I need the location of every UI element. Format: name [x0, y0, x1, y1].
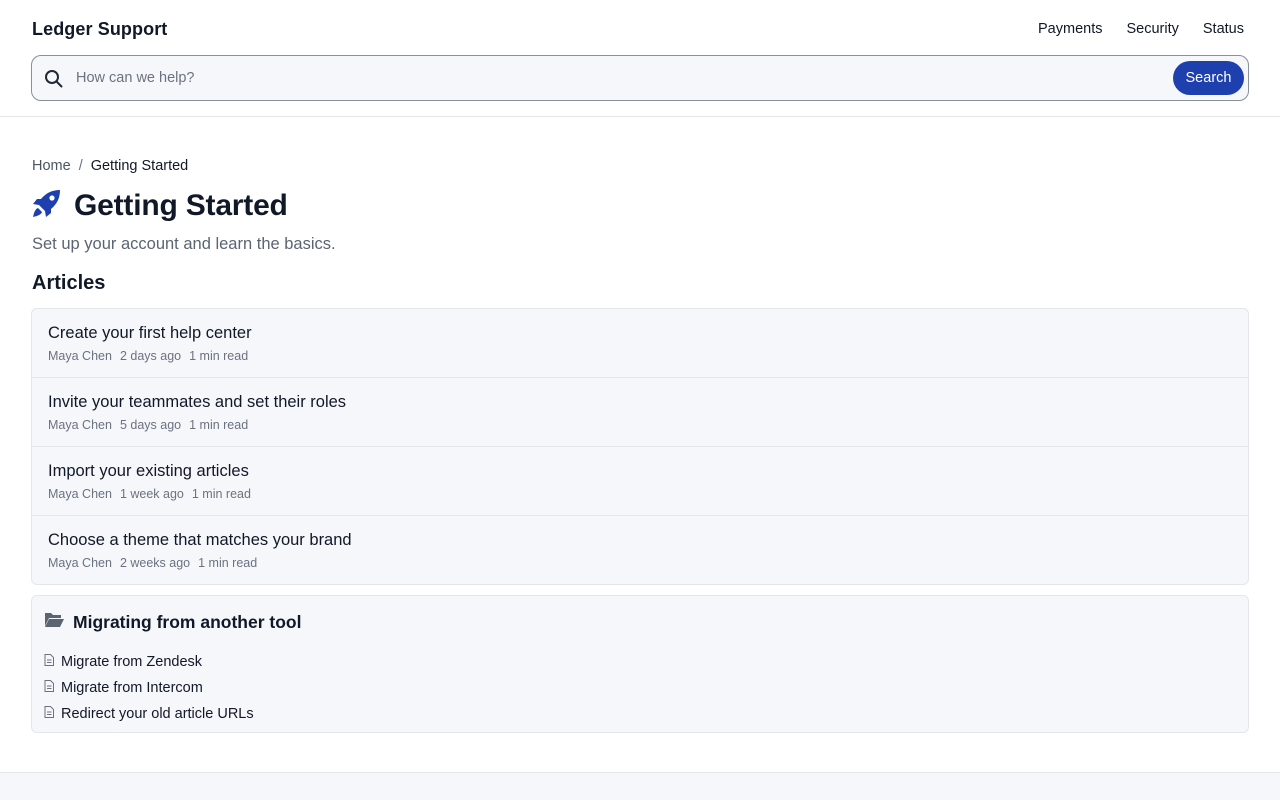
section-link[interactable]: Redirect your old article URLs — [44, 701, 254, 727]
page-title-row: Getting Started — [32, 188, 288, 223]
search-bar: Search — [31, 55, 1249, 101]
article-title[interactable]: Choose a theme that matches your brand — [48, 530, 1232, 550]
section-link[interactable]: Migrate from Zendesk — [44, 649, 254, 675]
search-icon — [44, 69, 64, 89]
footer — [0, 772, 1280, 800]
article-author: Maya Chen — [48, 349, 112, 363]
breadcrumb-separator: / — [78, 158, 83, 174]
breadcrumb-current: Getting Started — [90, 158, 189, 174]
article-date: 5 days ago — [119, 418, 182, 432]
section-link-label[interactable]: Redirect your old article URLs — [61, 706, 254, 722]
section-title[interactable]: Migrating from another tool — [73, 612, 301, 633]
article-author: Maya Chen — [48, 418, 112, 432]
article-meta: Maya Chen 5 days ago 1 min read — [48, 418, 1232, 432]
brand-logo[interactable]: Ledger Support — [32, 19, 167, 40]
site-header: Ledger Support Payments Security Status … — [0, 0, 1280, 117]
article-meta: Maya Chen 1 week ago 1 min read — [48, 487, 1232, 501]
nav-security[interactable]: Security — [1127, 21, 1179, 37]
search-input[interactable] — [76, 64, 1156, 92]
article-title[interactable]: Create your first help center — [48, 323, 1232, 343]
breadcrumb-home[interactable]: Home — [32, 158, 71, 174]
top-nav: Payments Security Status — [1038, 21, 1244, 37]
document-icon — [44, 654, 54, 670]
articles-heading: Articles — [32, 272, 106, 294]
section-links: Migrate from Zendesk Migrate from Interc… — [44, 649, 254, 727]
article-item[interactable]: Import your existing articles Maya Chen … — [32, 447, 1248, 516]
breadcrumb: Home / Getting Started — [32, 158, 188, 174]
article-read-time: 1 min read — [189, 418, 249, 432]
document-icon — [44, 680, 54, 696]
page-title: Getting Started — [74, 188, 288, 222]
rocket-icon — [32, 188, 62, 223]
article-list: Create your first help center Maya Chen … — [31, 308, 1249, 585]
article-item[interactable]: Choose a theme that matches your brand M… — [32, 516, 1248, 584]
article-title[interactable]: Invite your teammates and set their role… — [48, 392, 1232, 412]
article-title[interactable]: Import your existing articles — [48, 461, 1232, 481]
article-date: 1 week ago — [119, 487, 184, 501]
search-button[interactable]: Search — [1173, 61, 1244, 95]
article-read-time: 1 min read — [189, 349, 249, 363]
folder-open-icon — [44, 611, 65, 633]
article-author: Maya Chen — [48, 487, 112, 501]
article-meta: Maya Chen 2 days ago 1 min read — [48, 349, 1232, 363]
article-date: 2 weeks ago — [119, 556, 191, 570]
section-link[interactable]: Migrate from Intercom — [44, 675, 254, 701]
article-read-time: 1 min read — [198, 556, 258, 570]
section-header[interactable]: Migrating from another tool — [44, 611, 301, 633]
section-card: Migrating from another tool Migrate from… — [31, 595, 1249, 733]
article-date: 2 days ago — [119, 349, 182, 363]
nav-payments[interactable]: Payments — [1038, 21, 1102, 37]
section-link-label[interactable]: Migrate from Intercom — [61, 680, 203, 696]
article-item[interactable]: Create your first help center Maya Chen … — [32, 309, 1248, 378]
article-item[interactable]: Invite your teammates and set their role… — [32, 378, 1248, 447]
article-meta: Maya Chen 2 weeks ago 1 min read — [48, 556, 1232, 570]
article-read-time: 1 min read — [191, 487, 251, 501]
nav-status[interactable]: Status — [1203, 21, 1244, 37]
document-icon — [44, 706, 54, 722]
section-link-label[interactable]: Migrate from Zendesk — [61, 654, 202, 670]
article-author: Maya Chen — [48, 556, 112, 570]
page-subtitle: Set up your account and learn the basics… — [32, 235, 336, 253]
